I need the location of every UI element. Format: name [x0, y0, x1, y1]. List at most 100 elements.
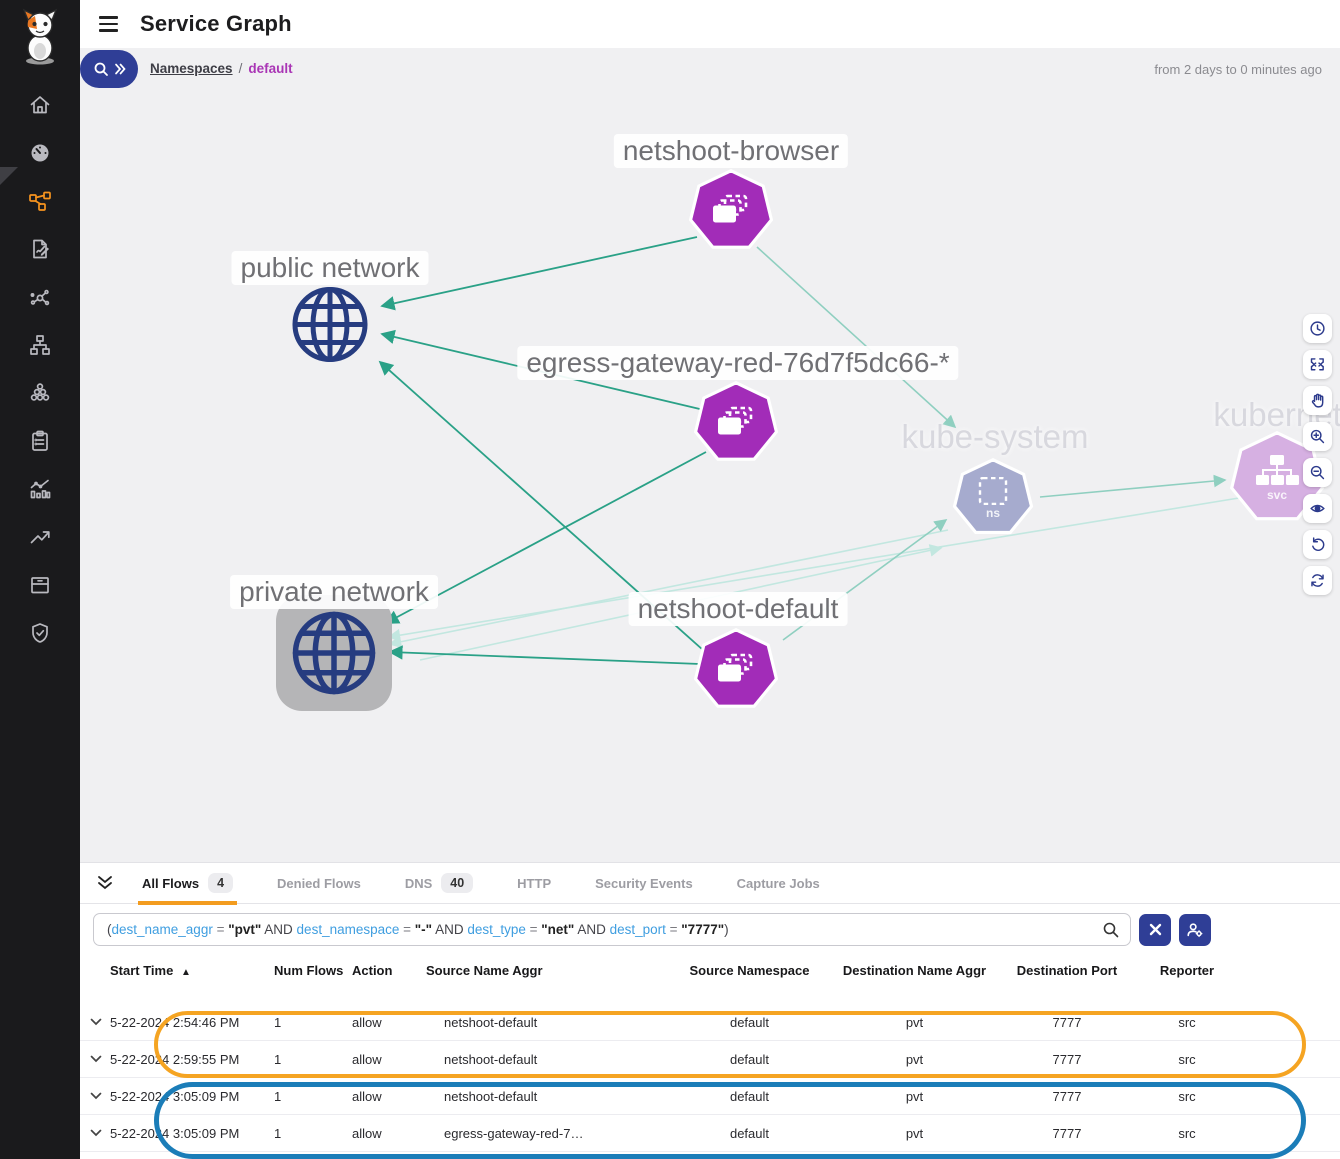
sidebar-item-policies[interactable] — [0, 225, 80, 273]
sidebar-item-trends[interactable] — [0, 513, 80, 561]
visibility-button[interactable] — [1303, 494, 1332, 523]
time-icon — [1309, 320, 1326, 337]
col-source-name-aggr[interactable]: Source Name Aggr — [422, 963, 667, 978]
tab-security-events[interactable]: Security Events — [591, 863, 697, 904]
service-graph-canvas[interactable]: Namespaces/default from 2 days to 0 minu… — [80, 48, 1340, 862]
table-row[interactable]: 5-22-2024 3:05:09 PM 1 allow egress-gate… — [80, 1115, 1340, 1152]
cell-start-time: 5-22-2024 2:54:46 PM — [110, 1015, 270, 1030]
collapse-panel-button[interactable] — [96, 875, 114, 891]
graph-search-button[interactable] — [80, 50, 138, 88]
row-expand-chevron-icon[interactable] — [80, 1018, 110, 1026]
sidebar-item-topology[interactable] — [0, 321, 80, 369]
breadcrumb-namespaces-link[interactable]: Namespaces — [150, 61, 233, 76]
cell-source-name: egress-gateway-red-7… — [422, 1126, 667, 1141]
tab-all-flows[interactable]: All Flows 4 — [138, 863, 237, 904]
row-expand-chevron-icon[interactable] — [80, 1092, 110, 1100]
sidebar-item-reports[interactable] — [0, 465, 80, 513]
cell-destination-port: 7777 — [997, 1126, 1137, 1141]
fit-screen-button[interactable] — [1303, 350, 1332, 379]
query-value: "-" — [415, 922, 432, 937]
clear-filter-button[interactable] — [1139, 914, 1171, 946]
cell-destination-name: pvt — [832, 1015, 997, 1030]
service-icon — [1254, 455, 1300, 487]
cell-reporter: src — [1137, 1089, 1237, 1104]
col-destination-port[interactable]: Destination Port — [997, 963, 1137, 978]
col-start-time[interactable]: Start Time ▲ — [110, 963, 270, 978]
sidebar-item-service-graph[interactable] — [0, 177, 80, 225]
user-settings-button[interactable] — [1179, 914, 1211, 946]
tab-label: DNS — [405, 876, 432, 891]
globe-icon — [290, 609, 378, 697]
flows-panel: All Flows 4 Denied Flows DNS 40 HTTP Sec… — [80, 862, 1340, 1159]
query-field: dest_name_aggr — [112, 922, 213, 937]
cell-num-flows: 1 — [270, 1089, 346, 1104]
zoom-in-button[interactable] — [1303, 422, 1332, 451]
query-value: "pvt" — [228, 922, 261, 937]
col-num-flows[interactable]: Num Flows — [270, 963, 346, 979]
node-private-network[interactable] — [276, 595, 392, 711]
col-reporter[interactable]: Reporter — [1137, 963, 1237, 978]
sort-asc-icon: ▲ — [181, 967, 191, 978]
query-operator: = — [526, 922, 541, 937]
cell-source-name: netshoot-default — [422, 1089, 667, 1104]
sidebar — [0, 0, 80, 1159]
cell-reporter: src — [1137, 1015, 1237, 1030]
sidebar-item-registry[interactable] — [0, 561, 80, 609]
calico-cat-logo[interactable] — [18, 8, 62, 71]
node-label-netshoot-browser[interactable]: netshoot-browser — [614, 134, 848, 168]
cell-destination-name: pvt — [832, 1052, 997, 1067]
replicaset-pods-icon — [710, 194, 752, 229]
cell-destination-port: 7777 — [997, 1052, 1137, 1067]
query-field: dest_type — [467, 922, 526, 937]
trend-arrow-icon — [28, 525, 52, 549]
undo-icon — [1309, 536, 1326, 553]
page-title: Service Graph — [140, 11, 292, 37]
cell-source-namespace: default — [667, 1052, 832, 1067]
query-field: dest_namespace — [297, 922, 400, 937]
row-expand-chevron-icon[interactable] — [80, 1129, 110, 1137]
table-row[interactable]: 5-22-2024 2:59:55 PM 1 allow netshoot-de… — [80, 1041, 1340, 1078]
row-expand-chevron-icon[interactable] — [80, 1055, 110, 1063]
tab-label: Security Events — [595, 876, 693, 891]
sidebar-item-connections[interactable] — [0, 273, 80, 321]
table-row[interactable]: 5-22-2024 2:54:46 PM 1 allow netshoot-de… — [80, 1004, 1340, 1041]
node-public-network[interactable] — [290, 285, 370, 370]
query-paren: ) — [724, 922, 729, 937]
sidebar-item-home[interactable] — [0, 81, 80, 129]
zoom-out-button[interactable] — [1303, 458, 1332, 487]
close-icon — [1149, 923, 1162, 936]
node-sublabel-ns: ns — [986, 506, 1000, 520]
sidebar-item-threat-defense[interactable] — [0, 609, 80, 657]
dashboard-gauge-icon — [28, 141, 52, 165]
filter-search-icon[interactable] — [1102, 921, 1120, 942]
archive-box-icon — [28, 573, 52, 597]
cluster-honeycomb-icon — [28, 381, 52, 405]
tab-http[interactable]: HTTP — [513, 863, 555, 904]
cell-num-flows: 1 — [270, 1052, 346, 1067]
col-action[interactable]: Action — [346, 963, 422, 978]
menu-button[interactable] — [95, 12, 122, 36]
node-label-netshoot-default[interactable]: netshoot-default — [629, 592, 848, 626]
time-button[interactable] — [1303, 314, 1332, 343]
undo-button[interactable] — [1303, 530, 1332, 559]
col-destination-name-aggr[interactable]: Destination Name Aggr — [832, 963, 997, 978]
sidebar-item-cluster[interactable] — [0, 369, 80, 417]
node-label-private-network[interactable]: private network — [230, 575, 438, 609]
policies-edit-icon — [28, 237, 52, 261]
flows-filter-input[interactable]: (dest_name_aggr = "pvt" AND dest_namespa… — [93, 913, 1131, 946]
refresh-button[interactable] — [1303, 566, 1332, 595]
tab-denied-flows[interactable]: Denied Flows — [273, 863, 365, 904]
tab-dns[interactable]: DNS 40 — [401, 863, 477, 904]
filter-bar: (dest_name_aggr = "pvt" AND dest_namespa… — [80, 904, 1340, 954]
breadcrumb-current: default — [248, 61, 292, 76]
node-label-public-network[interactable]: public network — [232, 251, 429, 285]
time-range-label: from 2 days to 0 minutes ago — [1154, 62, 1322, 77]
zoom-in-icon — [1309, 428, 1326, 445]
tab-capture-jobs[interactable]: Capture Jobs — [733, 863, 824, 904]
node-label-egress-gateway[interactable]: egress-gateway-red-76d7f5dc66-* — [517, 346, 958, 380]
col-source-namespace[interactable]: Source Namespace — [667, 963, 832, 978]
table-row[interactable]: 5-22-2024 3:05:09 PM 1 allow netshoot-de… — [80, 1078, 1340, 1115]
sidebar-item-compliance[interactable] — [0, 417, 80, 465]
pan-button[interactable] — [1303, 386, 1332, 415]
query-and: AND — [432, 922, 467, 937]
